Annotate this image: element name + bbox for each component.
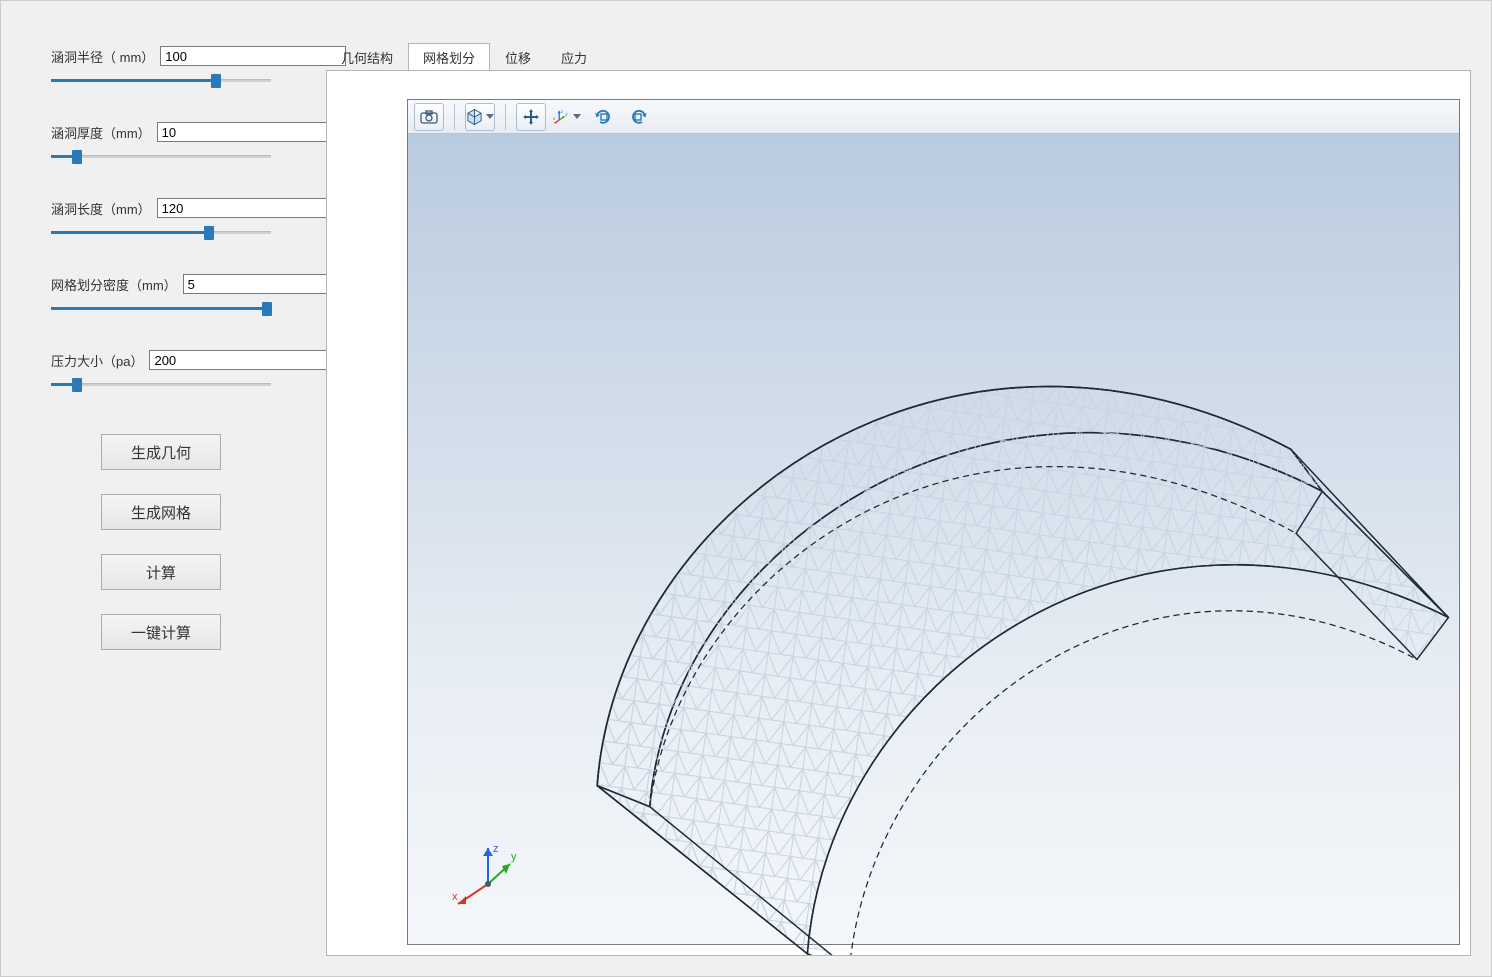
viewport-toolbar: x y z xyxy=(408,100,1459,134)
snapshot-button[interactable] xyxy=(414,103,444,131)
param-pressure: 压力大小（pa） xyxy=(51,350,271,394)
param-meshsize: 网格划分密度（mm） xyxy=(51,274,271,318)
compute-button[interactable]: 计算 xyxy=(101,554,221,590)
viewport: x y z xyxy=(326,70,1471,956)
param-radius-label: 涵洞半径（ mm） xyxy=(51,47,154,66)
viewport-3d[interactable]: x y z xyxy=(407,99,1460,945)
pan-button[interactable] xyxy=(516,103,546,131)
one-click-compute-button[interactable]: 一键计算 xyxy=(101,614,221,650)
param-thickness: 涵洞厚度（mm） xyxy=(51,122,271,166)
tab-geometry[interactable]: 几何结构 xyxy=(326,43,408,71)
generate-mesh-button[interactable]: 生成网格 xyxy=(101,494,221,530)
svg-text:z: z xyxy=(561,109,564,114)
sidebar: 涵洞半径（ mm） 涵洞厚度（mm） 涵洞长度（mm） xyxy=(51,46,271,650)
rotate-cw-button[interactable] xyxy=(624,103,654,131)
param-pressure-input[interactable] xyxy=(149,350,335,370)
tab-stress[interactable]: 应力 xyxy=(546,43,602,71)
svg-text:x: x xyxy=(553,116,556,121)
move-icon xyxy=(522,108,540,126)
cube-icon xyxy=(466,108,483,126)
view-mode-button[interactable] xyxy=(465,103,495,131)
rotate-cw-icon xyxy=(629,107,649,127)
app-window: 涵洞半径（ mm） 涵洞厚度（mm） 涵洞长度（mm） xyxy=(0,0,1492,977)
rotate-ccw-button[interactable] xyxy=(588,103,618,131)
tab-mesh[interactable]: 网格划分 xyxy=(408,43,490,71)
param-thickness-slider[interactable] xyxy=(51,148,271,166)
orientation-triad: x y z xyxy=(448,834,528,914)
axis-y-label: y xyxy=(511,851,517,863)
axes-icon: x y z xyxy=(553,107,570,127)
chevron-down-icon xyxy=(573,114,581,119)
param-pressure-label: 压力大小（pa） xyxy=(51,351,143,370)
param-length-input[interactable] xyxy=(157,198,343,218)
camera-icon xyxy=(420,110,438,124)
param-length-slider[interactable] xyxy=(51,224,271,242)
param-thickness-label: 涵洞厚度（mm） xyxy=(51,123,151,142)
param-radius-input[interactable] xyxy=(160,46,346,66)
param-radius-slider[interactable] xyxy=(51,72,271,90)
tab-displacement[interactable]: 位移 xyxy=(490,43,546,71)
tabs: 几何结构 网格划分 位移 应力 xyxy=(326,46,1471,70)
mesh-model xyxy=(408,134,1459,956)
axes-button[interactable]: x y z xyxy=(552,103,582,131)
param-thickness-input[interactable] xyxy=(157,122,343,142)
svg-text:y: y xyxy=(565,111,568,116)
axis-z-label: z xyxy=(493,843,499,855)
rotate-ccw-icon xyxy=(593,107,613,127)
chevron-down-icon xyxy=(486,114,494,119)
param-pressure-slider[interactable] xyxy=(51,376,271,394)
param-length: 涵洞长度（mm） xyxy=(51,198,271,242)
action-buttons: 生成几何 生成网格 计算 一键计算 xyxy=(51,434,271,650)
main-area: 几何结构 网格划分 位移 应力 xyxy=(326,46,1471,956)
param-meshsize-label: 网格划分密度（mm） xyxy=(51,275,177,294)
generate-geometry-button[interactable]: 生成几何 xyxy=(101,434,221,470)
param-radius: 涵洞半径（ mm） xyxy=(51,46,271,90)
param-length-label: 涵洞长度（mm） xyxy=(51,199,151,218)
param-meshsize-slider[interactable] xyxy=(51,300,271,318)
axis-x-label: x xyxy=(452,891,458,903)
